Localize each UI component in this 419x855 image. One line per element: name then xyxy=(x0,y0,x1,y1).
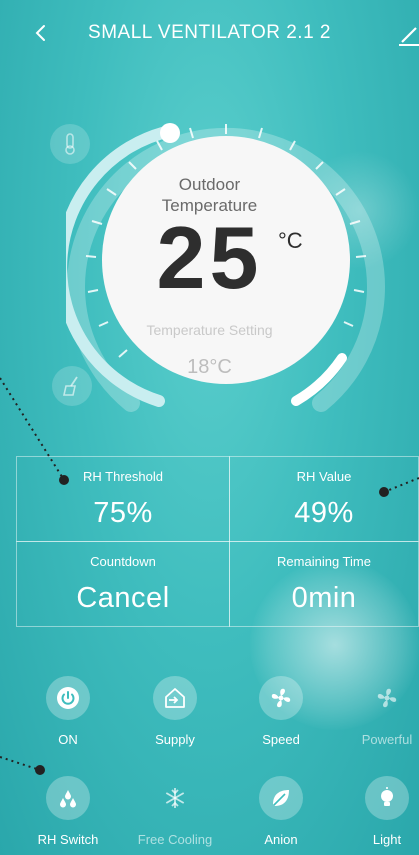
rh-value-label: RH Value xyxy=(296,469,352,484)
rh-threshold-cell[interactable]: RH Threshold 75% xyxy=(16,456,230,542)
rh-switch-button[interactable]: RH Switch xyxy=(23,776,113,847)
countdown-value: Cancel xyxy=(76,582,170,614)
drops-icon xyxy=(46,776,90,820)
remaining-time-label: Remaining Time xyxy=(277,554,371,569)
remaining-time-cell: Remaining Time 0min xyxy=(229,541,419,627)
anion-label: Anion xyxy=(264,832,298,847)
info-grid: RH Threshold 75% RH Value 49% Countdown … xyxy=(16,456,419,628)
speed-label: Speed xyxy=(262,732,300,747)
countdown-label: Countdown xyxy=(90,554,156,569)
bulb-icon xyxy=(365,776,409,820)
supply-button[interactable]: Supply xyxy=(130,676,220,747)
app-screen: SMALL VENTILATOR 2.1 2 Outdoor Temperatu… xyxy=(0,0,419,855)
pointer-line-rh-switch xyxy=(0,756,41,771)
free-cooling-button[interactable]: Free Cooling xyxy=(130,776,220,847)
leaf-icon xyxy=(259,776,303,820)
supply-label: Supply xyxy=(155,732,195,747)
power-label: ON xyxy=(58,732,78,747)
page-title: SMALL VENTILATOR 2.1 2 xyxy=(88,22,331,43)
speed-button[interactable]: Speed xyxy=(236,676,326,747)
remaining-time-value: 0min xyxy=(291,582,357,614)
supply-icon xyxy=(153,676,197,720)
rh-value-cell: RH Value 49% xyxy=(229,456,419,542)
fan-powerful-icon xyxy=(365,676,409,720)
rh-switch-label: RH Switch xyxy=(37,832,99,847)
edit-button[interactable] xyxy=(396,20,419,48)
power-button[interactable]: ON xyxy=(23,676,113,747)
light-button[interactable]: Light xyxy=(342,776,419,847)
rh-value-value: 49% xyxy=(294,497,354,529)
light-label: Light xyxy=(372,832,402,847)
fan-speed-icon xyxy=(259,676,303,720)
temperature-setting-value: 18°C xyxy=(187,356,232,378)
powerful-button[interactable]: Powerful xyxy=(342,676,419,747)
anion-button[interactable]: Anion xyxy=(236,776,326,847)
temperature-setting-label: Temperature Setting xyxy=(146,322,273,338)
pencil-icon xyxy=(399,27,419,46)
snowflake-icon xyxy=(153,776,197,820)
rh-threshold-label: RH Threshold xyxy=(83,469,163,484)
temperature-unit: °C xyxy=(278,228,303,253)
outdoor-temperature-value: 25 xyxy=(156,208,263,307)
countdown-cell[interactable]: Countdown Cancel xyxy=(16,541,230,627)
pointer-dot-rh-switch xyxy=(35,765,45,775)
header-bar: SMALL VENTILATOR 2.1 2 xyxy=(0,0,419,66)
outdoor-label-line1: Outdoor xyxy=(178,175,241,194)
dial-knob[interactable] xyxy=(160,123,180,143)
power-icon xyxy=(46,676,90,720)
free-cooling-label: Free Cooling xyxy=(137,832,213,847)
rh-threshold-value: 75% xyxy=(93,497,153,529)
powerful-label: Powerful xyxy=(361,732,413,747)
